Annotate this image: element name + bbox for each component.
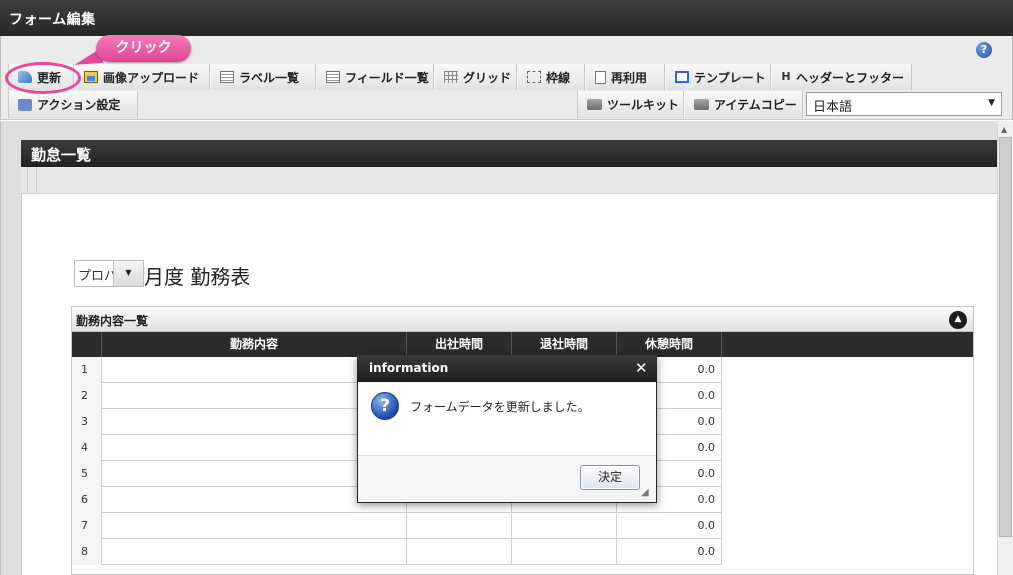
click-highlight-ring [5, 62, 81, 94]
collapse-icon[interactable]: ▲ [949, 311, 967, 329]
break-time-cell[interactable]: 0.0 [617, 513, 722, 539]
grid-label: グリッド [463, 70, 512, 85]
panel-header: 勤務内容一覧 [72, 307, 973, 332]
header-footer-icon: H [781, 70, 791, 83]
click-callout-label: クリック [115, 40, 172, 56]
table-row: 8 0.0 [72, 539, 722, 565]
form-title: 勤怠一覧 [31, 146, 92, 164]
dialog-message: フォームデータを更新しました。 [410, 400, 590, 414]
template-button[interactable]: テンプレート [665, 64, 771, 90]
template-label: テンプレート [694, 70, 766, 85]
row-number: 2 [72, 383, 102, 409]
scroll-up-icon[interactable]: ▲ [1001, 125, 1007, 134]
item-copy-button[interactable]: アイテムコピー [684, 91, 803, 118]
dialog-header: information [357, 355, 657, 382]
field-list-label: フィールド一覧 [345, 70, 429, 85]
window-title-bar: フォーム編集 [0, 0, 1013, 36]
chevron-down-icon: ▼ [988, 98, 995, 108]
work-cell[interactable] [102, 513, 407, 539]
column-header-start: 出社時間 [407, 332, 512, 357]
field-list-button[interactable]: フィールド一覧 [316, 64, 434, 90]
year-combobox-value: プロパ [78, 269, 118, 284]
row-number: 3 [72, 409, 102, 435]
column-header-break: 休憩時間 [617, 332, 722, 357]
grid-button[interactable]: グリッド [434, 64, 517, 90]
toolkit-label: ツールキット [607, 98, 680, 112]
dropdown-arrow-icon[interactable]: ▼ [113, 261, 143, 286]
close-icon[interactable]: ✕ [635, 359, 648, 377]
scrollbar-thumb[interactable] [999, 137, 1012, 537]
template-icon [675, 71, 689, 83]
dialog-title: information [369, 361, 449, 375]
row-number: 6 [72, 487, 102, 513]
toolbar-row-1: 更新 画像アップロード ラベル一覧 フィールド一覧 グリッド 枠線 再利用 テン… [8, 64, 912, 90]
row-number: 8 [72, 539, 102, 565]
language-value: 日本語 [813, 100, 853, 115]
work-cell[interactable] [102, 539, 407, 565]
header-footer-button[interactable]: H ヘッダーとフッター [771, 64, 912, 90]
action-settings-label: アクション設定 [37, 98, 121, 112]
form-subbar [21, 167, 997, 194]
action-icon [18, 98, 32, 111]
action-settings-button[interactable]: アクション設定 [8, 91, 138, 118]
toolbar-row-2-left: アクション設定 [8, 91, 138, 118]
form-header: 勤怠一覧 [21, 140, 997, 167]
sheet-title: 月度 勤務表 [144, 265, 251, 289]
field-list-icon [326, 71, 340, 83]
subbar-cell [21, 167, 28, 194]
image-upload-icon [84, 71, 98, 83]
column-header-number [72, 332, 102, 357]
item-copy-icon [694, 99, 709, 110]
end-time-cell[interactable] [512, 513, 617, 539]
image-upload-label: 画像アップロード [103, 70, 200, 85]
header-footer-label: ヘッダーとフッター [796, 70, 905, 85]
subbar-cell [28, 167, 37, 194]
toolkit-icon [587, 99, 602, 110]
grid-icon [444, 71, 458, 83]
ok-button[interactable]: 決定 [580, 465, 640, 490]
start-time-cell[interactable] [407, 513, 512, 539]
help-icon[interactable]: ? [976, 42, 992, 58]
row-number: 4 [72, 435, 102, 461]
reuse-icon [595, 70, 606, 84]
table-row: 7 0.0 [72, 513, 722, 539]
column-header-work: 勤務内容 [102, 332, 407, 357]
border-button[interactable]: 枠線 [517, 64, 585, 90]
start-time-cell[interactable] [407, 539, 512, 565]
toolkit-button[interactable]: ツールキット [577, 91, 684, 118]
reuse-button[interactable]: 再利用 [585, 64, 665, 90]
panel-title: 勤務内容一覧 [76, 314, 149, 328]
resize-grip-icon[interactable]: ◢ [641, 487, 649, 498]
end-time-cell[interactable] [512, 539, 617, 565]
break-time-cell[interactable]: 0.0 [617, 539, 722, 565]
label-list-label: ラベル一覧 [239, 70, 300, 85]
window-title: フォーム編集 [9, 12, 96, 28]
column-header-end: 退社時間 [512, 332, 617, 357]
question-icon: ? [371, 392, 399, 420]
label-list-icon [220, 71, 234, 83]
language-select[interactable]: 日本語 ▼ [806, 92, 1002, 116]
year-combobox[interactable]: プロパ ▼ [74, 260, 144, 287]
border-icon [527, 71, 541, 83]
toolbar-row-2-right: ツールキット アイテムコピー [577, 91, 803, 118]
item-copy-label: アイテムコピー [714, 98, 797, 112]
row-number: 7 [72, 513, 102, 539]
row-number: 5 [72, 461, 102, 487]
reuse-label: 再利用 [611, 70, 648, 85]
border-label: 枠線 [546, 70, 571, 85]
image-upload-button[interactable]: 画像アップロード [74, 64, 210, 90]
row-number: 1 [72, 357, 102, 383]
label-list-button[interactable]: ラベル一覧 [210, 64, 316, 90]
click-callout: クリック [96, 35, 191, 62]
table-header: 勤務内容 出社時間 退社時間 休憩時間 [72, 332, 973, 357]
